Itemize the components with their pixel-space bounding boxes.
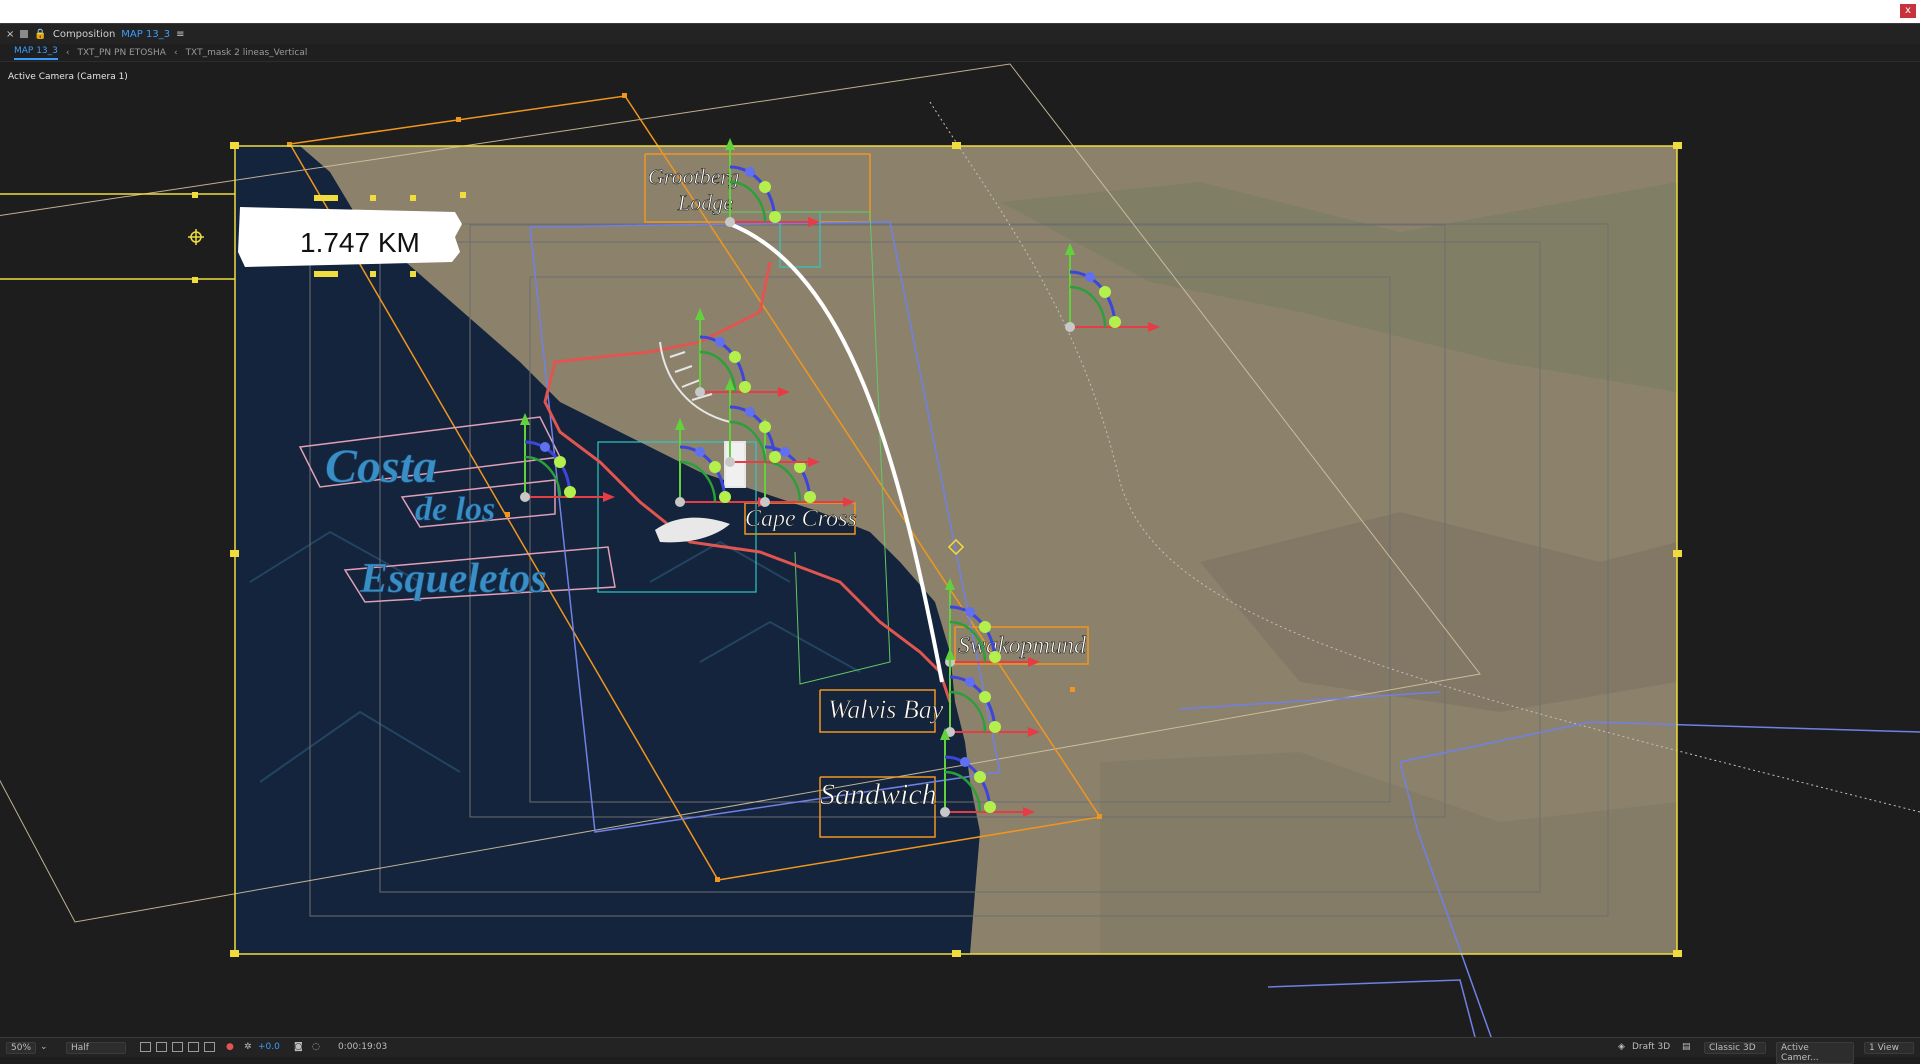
lock-icon[interactable]: 🔒: [34, 29, 46, 40]
timecode-display[interactable]: 0:00:19:03: [338, 1042, 387, 1052]
chevron-left-icon: ‹: [65, 47, 70, 58]
exposure-value[interactable]: +0.0: [258, 1042, 280, 1052]
place-walvis-bay[interactable]: Walvis Bay: [828, 695, 944, 725]
renderer-dropdown[interactable]: Classic 3D: [1704, 1042, 1766, 1054]
chevron-left-icon: ‹: [173, 47, 178, 58]
composition-viewer[interactable]: 1.747 KM Costa de los Esqueletos Grootbe…: [0, 62, 1920, 1037]
panel-close-icon[interactable]: ×: [6, 29, 14, 40]
viewer-footer: 50% ⌄ Half ● ✲ +0.0 ◙ ◌ 0:00:19:03 ◈ Dra…: [0, 1037, 1920, 1064]
fast-previews-icon[interactable]: [140, 1042, 151, 1052]
composition-breadcrumb: MAP 13_3 ‹ TXT_PN PN ETOSHA ‹ TXT_mask 2…: [0, 44, 1920, 62]
close-button[interactable]: x: [1900, 4, 1916, 18]
tab-map-13-3[interactable]: MAP 13_3: [14, 46, 58, 60]
draft-3d-icon[interactable]: ◈: [1618, 1042, 1625, 1052]
view-layout-dropdown[interactable]: 1 View: [1864, 1042, 1914, 1054]
place-grootberg-line1[interactable]: Grootberg: [648, 164, 740, 190]
transparency-grid-icon[interactable]: [156, 1042, 167, 1052]
active-camera-label: Active Camera (Camera 1): [8, 72, 128, 82]
coast-title-line3[interactable]: Esqueletos: [359, 556, 547, 603]
reset-exposure-icon[interactable]: ✲: [244, 1042, 252, 1052]
mask-visibility-icon[interactable]: [172, 1042, 183, 1052]
camera-view-dropdown[interactable]: Active Camer...: [1776, 1042, 1854, 1064]
composition-name[interactable]: MAP 13_3: [121, 29, 170, 40]
place-cape-cross[interactable]: Cape Cross: [745, 506, 857, 533]
tab-txt-pn-etosha[interactable]: TXT_PN PN ETOSHA: [78, 48, 166, 58]
tab-txt-mask[interactable]: TXT_mask 2 lineas_Vertical: [186, 48, 308, 58]
place-grootberg-line2[interactable]: Lodge: [677, 190, 734, 216]
guides-icon[interactable]: [204, 1042, 215, 1052]
color-channels-icon[interactable]: ●: [226, 1042, 234, 1052]
coast-title-line2[interactable]: de los: [415, 491, 496, 529]
coast-title-line1[interactable]: Costa: [325, 440, 438, 494]
region-of-interest-icon[interactable]: [188, 1042, 199, 1052]
composition-icon: [20, 30, 29, 38]
composition-panel-header: × 🔒 Composition MAP 13_3 ≡: [0, 24, 1920, 44]
distance-label[interactable]: 1.747 KM: [300, 227, 420, 258]
panel-prefix: Composition: [52, 28, 116, 40]
renderer-toggle[interactable]: Draft 3D: [1632, 1042, 1670, 1052]
magnification-dropdown[interactable]: 50%: [6, 1042, 37, 1054]
snapshot-icon[interactable]: ◙: [294, 1042, 303, 1052]
extended-viewer-icon[interactable]: ▤: [1682, 1042, 1691, 1052]
chevron-down-icon[interactable]: ⌄: [40, 1042, 48, 1052]
app-top-strip: x: [0, 0, 1920, 24]
hamburger-icon[interactable]: ≡: [176, 29, 184, 40]
place-sandwich[interactable]: Sandwich: [820, 778, 937, 812]
show-snapshot-icon[interactable]: ◌: [312, 1042, 320, 1052]
resolution-dropdown[interactable]: Half: [66, 1042, 126, 1054]
